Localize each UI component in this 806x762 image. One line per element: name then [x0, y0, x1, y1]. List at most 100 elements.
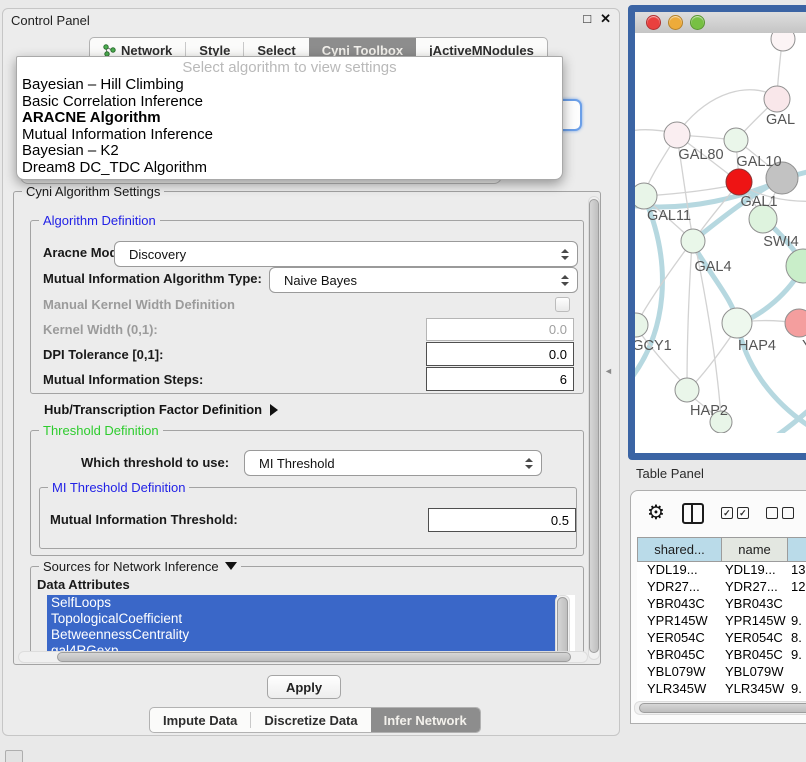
- table-cell[interactable]: YBR043C: [721, 596, 787, 613]
- stepper-icon: [525, 458, 533, 469]
- table-row[interactable]: YDL19...YDL19...13: [637, 562, 806, 579]
- network-edge[interactable]: [679, 90, 777, 131]
- tab-infer-network[interactable]: Infer Network: [371, 708, 480, 732]
- network-view-window: GALGAL80GAL10GAL1GAL11SWI4GAL4GCY1HAP4YH…: [628, 5, 806, 460]
- hub-factor-expander[interactable]: Hub/Transcription Factor Definition: [44, 402, 278, 417]
- table-row[interactable]: YER054CYER054C8.: [637, 630, 806, 647]
- kernel-width-field[interactable]: 0.0: [426, 318, 574, 341]
- attributes-scrollbar[interactable]: [555, 595, 570, 659]
- table-cell[interactable]: YDL19...: [637, 562, 721, 579]
- table-cell[interactable]: YBL079W: [721, 664, 787, 681]
- table-cell[interactable]: YER054C: [721, 630, 787, 647]
- algorithm-option-basic-correlation-inference[interactable]: Basic Correlation Inference: [17, 94, 562, 111]
- deselect-all-checks-icon[interactable]: [766, 507, 794, 519]
- table-cell[interactable]: 12: [787, 579, 806, 596]
- algorithm-option-dream8-dc-tdc-algorithm[interactable]: Dream8 DC_TDC Algorithm: [17, 160, 562, 177]
- network-node-gcy1[interactable]: [635, 313, 648, 337]
- dpi-tolerance-field[interactable]: 0.0: [426, 342, 574, 366]
- mi-threshold-field[interactable]: 0.5: [428, 508, 576, 532]
- gear-icon[interactable]: ⚙: [647, 503, 665, 523]
- table-row[interactable]: YPR145WYPR145W9.: [637, 613, 806, 630]
- algorithm-option-mutual-information-inference[interactable]: Mutual Information Inference: [17, 127, 562, 144]
- algorithm-option-aracne-algorithm[interactable]: ARACNE Algorithm: [17, 110, 562, 127]
- table-row[interactable]: YLR345WYLR345W9.: [637, 681, 806, 698]
- network-node-gal11[interactable]: [635, 183, 657, 209]
- panel-collapse-handle[interactable]: ◄: [604, 366, 613, 376]
- network-node-gal4[interactable]: [681, 229, 705, 253]
- table-row[interactable]: YBR043CYBR043C: [637, 596, 806, 613]
- table-cell[interactable]: YBR045C: [721, 647, 787, 664]
- attribute-item-selfloops[interactable]: SelfLoops: [47, 595, 557, 611]
- table-row[interactable]: YBR045CYBR045C9.: [637, 647, 806, 664]
- table-cell[interactable]: YDR27...: [721, 579, 787, 596]
- table-cell[interactable]: YPR145W: [637, 613, 721, 630]
- attribute-item-betweennesscentrality[interactable]: BetweennessCentrality: [47, 627, 557, 643]
- column-layout-icon[interactable]: [682, 503, 704, 524]
- table-cell[interactable]: 8.: [787, 630, 806, 647]
- network-node-hap4[interactable]: [722, 308, 752, 338]
- table-hscrollbar[interactable]: [634, 701, 806, 715]
- apply-button[interactable]: Apply: [267, 675, 341, 699]
- column-header-name[interactable]: name: [722, 538, 788, 561]
- table-cell[interactable]: YER054C: [637, 630, 721, 647]
- network-node-gal80[interactable]: [664, 122, 690, 148]
- dpi-tolerance-label: DPI Tolerance [0,1]:: [43, 347, 163, 362]
- zoom-traffic-light-icon[interactable]: [690, 15, 705, 30]
- tab-discretize-data[interactable]: Discretize Data: [251, 708, 370, 732]
- table-cell[interactable]: YLR345W: [637, 681, 721, 698]
- algorithm-option-bayesian-k2[interactable]: Bayesian – K2: [17, 143, 562, 160]
- network-node[interactable]: [771, 33, 795, 51]
- table-cell[interactable]: YBL079W: [637, 664, 721, 681]
- float-window-icon[interactable]: □: [583, 11, 591, 27]
- network-edge[interactable]: [645, 184, 739, 196]
- table-cell[interactable]: YBR045C: [637, 647, 721, 664]
- table-cell[interactable]: [787, 664, 806, 681]
- column-header-shared-name[interactable]: shared...: [638, 538, 722, 561]
- column-header-third[interactable]: [788, 538, 806, 561]
- table-cell[interactable]: [787, 596, 806, 613]
- table-cell[interactable]: YPR145W: [721, 613, 787, 630]
- aracne-mode-combo[interactable]: Discovery: [114, 241, 578, 267]
- network-node-gal1[interactable]: [726, 169, 752, 195]
- table-cell[interactable]: 9.: [787, 681, 806, 698]
- network-node[interactable]: [786, 249, 806, 283]
- table-cell[interactable]: YDR27...: [637, 579, 721, 596]
- network-node-gal10[interactable]: [724, 128, 748, 152]
- network-edge[interactable]: [691, 329, 736, 387]
- which-threshold-combo[interactable]: MI Threshold: [244, 450, 542, 476]
- table-row[interactable]: YDR27...YDR27...12: [637, 579, 806, 596]
- network-window-titlebar[interactable]: [635, 12, 806, 34]
- manual-kernel-width-checkbox[interactable]: [555, 297, 570, 312]
- table-row[interactable]: YBL079WYBL079W: [637, 664, 806, 681]
- dock-mini-button[interactable]: [5, 750, 23, 762]
- settings-vscrollbar[interactable]: [588, 196, 600, 660]
- tab-impute-data[interactable]: Impute Data: [150, 708, 250, 732]
- select-all-checks-icon[interactable]: ✓✓: [721, 507, 749, 519]
- threshold-definition-group: Threshold Definition Which threshold to …: [30, 430, 584, 556]
- table-cell[interactable]: YBR043C: [637, 596, 721, 613]
- table-cell[interactable]: YLR345W: [721, 681, 787, 698]
- attribute-item-topologicalcoefficient[interactable]: TopologicalCoefficient: [47, 611, 557, 627]
- table-cell[interactable]: 13: [787, 562, 806, 579]
- close-traffic-light-icon[interactable]: [646, 15, 661, 30]
- close-window-icon[interactable]: ✕: [600, 11, 611, 27]
- network-node-y[interactable]: [785, 309, 806, 337]
- table-cell[interactable]: 9.: [787, 613, 806, 630]
- network-canvas[interactable]: GALGAL80GAL10GAL1GAL11SWI4GAL4GCY1HAP4YH…: [635, 33, 806, 453]
- network-edge[interactable]: [687, 243, 692, 388]
- network-node-gal[interactable]: [764, 86, 790, 112]
- settings-hscrollbar[interactable]: [18, 651, 588, 663]
- node-label-swi4: SWI4: [763, 234, 798, 250]
- hub-factor-label: Hub/Transcription Factor Definition: [44, 402, 262, 417]
- node-label-gal: GAL: [766, 112, 795, 128]
- minimize-traffic-light-icon[interactable]: [668, 15, 683, 30]
- table-cell[interactable]: YDL19...: [721, 562, 787, 579]
- mi-algorithm-type-combo[interactable]: Naive Bayes: [269, 267, 578, 293]
- network-node-hap2[interactable]: [675, 378, 699, 402]
- algorithm-option-bayesian-hill-climbing[interactable]: Bayesian – Hill Climbing: [17, 77, 562, 94]
- algorithm-definition-group: Algorithm Definition Aracne Mode: Discov…: [30, 220, 584, 394]
- node-label-hap2: HAP2: [690, 403, 728, 419]
- table-cell[interactable]: 9.: [787, 647, 806, 664]
- data-attributes-list[interactable]: SelfLoopsTopologicalCoefficientBetweenne…: [47, 595, 575, 657]
- mi-steps-field[interactable]: 6: [426, 367, 574, 391]
